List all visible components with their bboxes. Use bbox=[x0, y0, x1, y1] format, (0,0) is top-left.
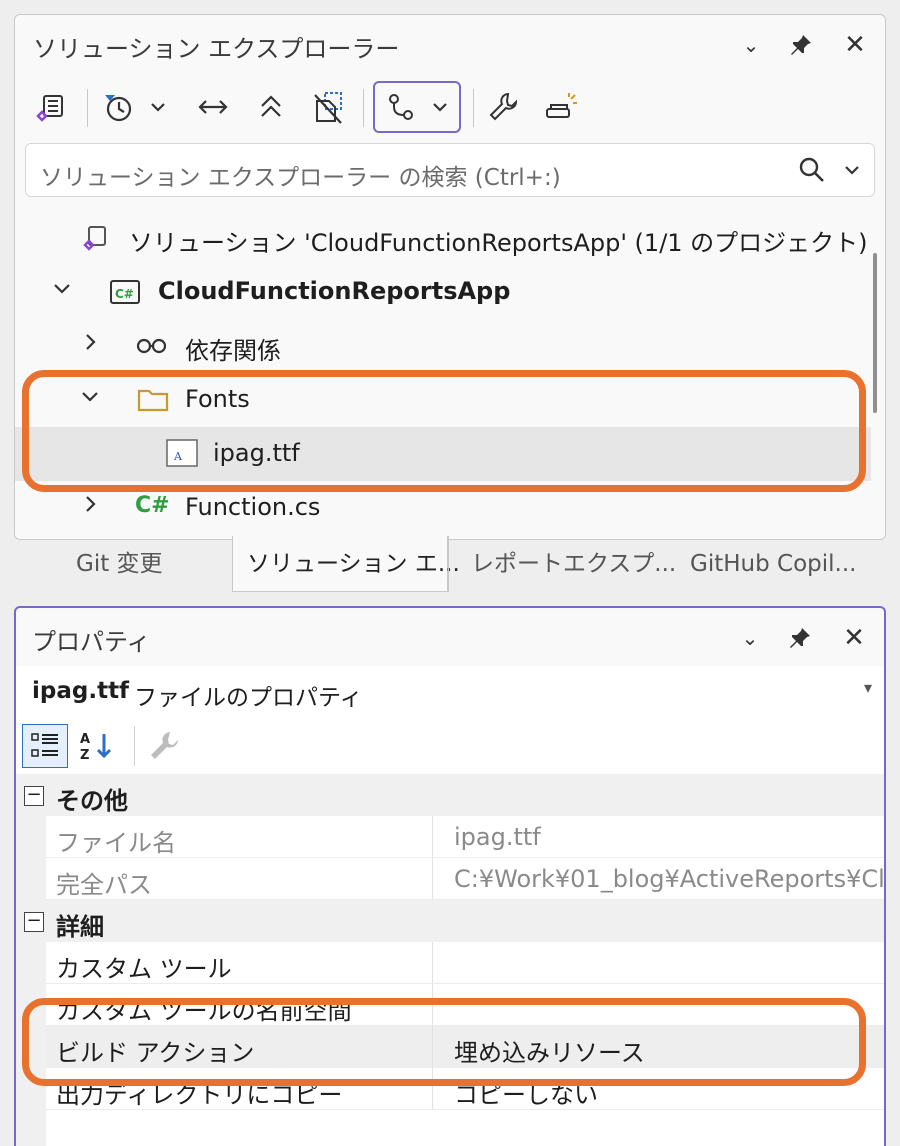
tree-item-solution[interactable]: ソリューション 'CloudFunctionReportsApp' (1/1 の… bbox=[15, 211, 871, 265]
solution-tree: ソリューション 'CloudFunctionReportsApp' (1/1 の… bbox=[15, 211, 885, 539]
collapse-icon[interactable]: − bbox=[24, 912, 44, 932]
property-row-copy-to-output[interactable]: 出力ディレクトリにコピー コピーしない bbox=[46, 1068, 884, 1110]
svg-text:A: A bbox=[80, 732, 90, 747]
tree-item-project[interactable]: C# CloudFunctionReportsApp bbox=[15, 265, 871, 319]
category-misc[interactable]: − その他 bbox=[16, 774, 884, 816]
properties-titlebar: プロパティ ⌄ ✕ bbox=[16, 608, 884, 666]
category-misc-label: その他 bbox=[56, 787, 128, 815]
chevron-down-icon[interactable] bbox=[79, 385, 101, 413]
properties-panel: プロパティ ⌄ ✕ ipag.ttf ファイルのプロパティ ▾ AZ − その他… bbox=[14, 606, 886, 1146]
property-row-build-action[interactable]: ビルド アクション 埋め込みリソース bbox=[46, 1026, 884, 1068]
collapse-icon[interactable]: − bbox=[24, 786, 44, 806]
categorized-view-icon[interactable] bbox=[22, 724, 68, 768]
chevron-right-icon[interactable] bbox=[79, 331, 101, 359]
collapse-all-icon[interactable] bbox=[249, 81, 293, 133]
property-grid: − その他 ファイル名 ipag.ttf 完全パス C:¥Work¥01_blo… bbox=[16, 774, 884, 1146]
tab-git-changes[interactable]: Git 変更 bbox=[76, 536, 163, 592]
search-options-chevron-icon[interactable] bbox=[842, 160, 862, 184]
property-row-custom-tool[interactable]: カスタム ツール bbox=[46, 942, 884, 984]
tool-window-tabs: Git 変更 ソリューション エ... レポートエクスプ... GitHub C… bbox=[14, 536, 886, 592]
sync-with-active-document-icon[interactable] bbox=[191, 81, 235, 133]
property-row-file-name[interactable]: ファイル名 ipag.ttf bbox=[46, 816, 884, 858]
window-menu-chevron-icon[interactable]: ⌄ bbox=[732, 622, 768, 654]
solution-explorer-titlebar: ソリューション エクスプローラー ⌄ ✕ bbox=[15, 15, 885, 73]
font-file-icon: A bbox=[165, 437, 199, 473]
property-name: ファイル名 bbox=[56, 829, 176, 857]
filter-dropdown-chevron-icon[interactable] bbox=[143, 81, 173, 133]
property-name: 完全パス bbox=[56, 871, 152, 899]
solution-icon bbox=[81, 223, 111, 257]
properties-toolbar: AZ bbox=[16, 718, 884, 774]
chevron-down-icon[interactable] bbox=[51, 277, 73, 305]
close-icon[interactable]: ✕ bbox=[836, 622, 872, 654]
property-name: カスタム ツールの名前空間 bbox=[56, 997, 352, 1025]
tree-item-fonts-folder[interactable]: Fonts bbox=[15, 373, 871, 427]
property-value[interactable]: 埋め込みリソース bbox=[454, 1033, 645, 1068]
property-row-custom-tool-namespace[interactable]: カスタム ツールの名前空間 bbox=[46, 984, 884, 1026]
solution-label: ソリューション 'CloudFunctionReportsApp' (1/1 の… bbox=[129, 229, 868, 257]
property-pages-wrench-icon[interactable] bbox=[146, 728, 182, 768]
pin-icon[interactable] bbox=[783, 29, 819, 61]
project-label: CloudFunctionReportsApp bbox=[158, 277, 511, 305]
close-icon[interactable]: ✕ bbox=[837, 29, 873, 61]
solution-explorer-toolbar bbox=[15, 81, 885, 139]
solution-explorer-title: ソリューション エクスプローラー bbox=[33, 35, 400, 63]
solution-explorer-search-input[interactable]: ソリューション エクスプローラー の検索 (Ctrl+:) bbox=[25, 143, 875, 197]
property-name: カスタム ツール bbox=[56, 955, 232, 983]
git-view-selector-button[interactable] bbox=[373, 81, 461, 133]
property-row-full-path[interactable]: 完全パス C:¥Work¥01_blog¥ActiveReports¥Clo bbox=[46, 858, 884, 900]
category-advanced-label: 詳細 bbox=[56, 913, 104, 941]
properties-wrench-icon[interactable] bbox=[481, 81, 525, 133]
object-name: ipag.ttf bbox=[32, 678, 130, 704]
property-name: ビルド アクション bbox=[56, 1039, 255, 1067]
tree-scrollbar[interactable] bbox=[873, 253, 877, 413]
properties-title: プロパティ bbox=[32, 628, 151, 656]
category-advanced[interactable]: − 詳細 bbox=[16, 900, 884, 942]
svg-text:C#: C# bbox=[115, 287, 134, 301]
object-type: ファイルのプロパティ bbox=[134, 685, 363, 711]
alphabetical-sort-icon[interactable]: AZ bbox=[78, 728, 116, 768]
tab-report-explorer[interactable]: レポートエクスプ... bbox=[448, 536, 676, 592]
object-selector[interactable]: ipag.ttf ファイルのプロパティ ▾ bbox=[16, 666, 884, 718]
dependencies-label: 依存関係 bbox=[185, 337, 281, 365]
svg-text:Z: Z bbox=[80, 748, 89, 763]
dependencies-icon bbox=[135, 333, 169, 361]
tree-item-dependencies[interactable]: 依存関係 bbox=[15, 319, 871, 373]
object-dropdown-icon[interactable]: ▾ bbox=[864, 678, 872, 697]
tab-solution-explorer[interactable]: ソリューション エ... bbox=[232, 536, 460, 592]
switch-views-icon[interactable] bbox=[29, 81, 73, 133]
search-icon[interactable] bbox=[798, 156, 826, 188]
property-value: ipag.ttf bbox=[454, 823, 541, 851]
font-file-label: ipag.ttf bbox=[213, 439, 300, 467]
solution-explorer-panel: ソリューション エクスプローラー ⌄ ✕ ソリューション エクスプローラー の検… bbox=[14, 14, 886, 540]
show-all-files-icon[interactable] bbox=[307, 81, 351, 133]
search-placeholder: ソリューション エクスプローラー の検索 (Ctrl+:) bbox=[40, 165, 561, 191]
csharp-project-icon: C# bbox=[109, 277, 141, 311]
preview-selected-items-icon[interactable] bbox=[539, 81, 583, 133]
tab-github-copilot[interactable]: GitHub Copil... bbox=[690, 536, 856, 592]
svg-text:A: A bbox=[173, 450, 183, 463]
pin-icon[interactable] bbox=[782, 622, 818, 654]
property-value[interactable]: コピーしない bbox=[454, 1075, 598, 1110]
property-value: C:¥Work¥01_blog¥ActiveReports¥Clo bbox=[454, 865, 886, 893]
property-name: 出力ディレクトリにコピー bbox=[56, 1081, 343, 1109]
pending-changes-filter-icon[interactable] bbox=[95, 81, 139, 133]
fonts-folder-label: Fonts bbox=[185, 385, 250, 413]
csharp-file-icon: C# bbox=[135, 493, 170, 518]
window-menu-chevron-icon[interactable]: ⌄ bbox=[733, 29, 769, 61]
folder-icon bbox=[137, 385, 169, 417]
function-file-label: Function.cs bbox=[185, 493, 321, 521]
tree-item-function-file[interactable]: C# Function.cs bbox=[15, 481, 871, 535]
tree-item-font-file[interactable]: A ipag.ttf bbox=[15, 427, 871, 481]
chevron-right-icon[interactable] bbox=[79, 493, 101, 521]
